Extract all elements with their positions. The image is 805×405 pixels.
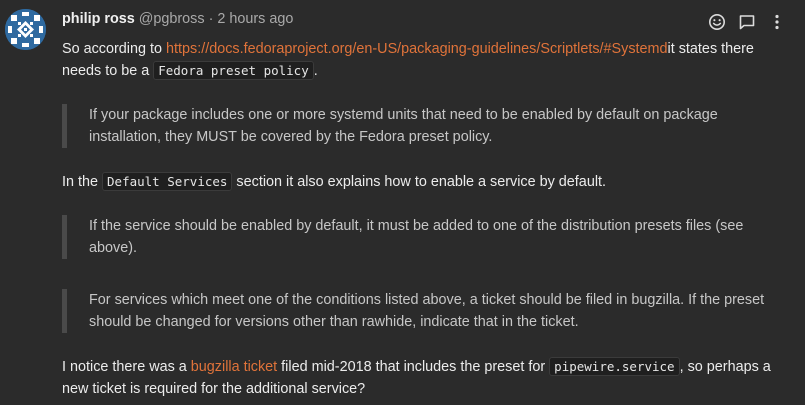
p2-text-before: In the bbox=[62, 174, 103, 190]
code-fedora-preset-policy: Fedora preset policy bbox=[153, 61, 314, 80]
more-options-button[interactable] bbox=[766, 11, 788, 33]
p1-text-end: . bbox=[313, 63, 318, 79]
header-separator: · bbox=[208, 11, 214, 27]
avatar-pattern-icon bbox=[5, 9, 46, 50]
post-header: philip ross @pgbross · 2 hours ago bbox=[62, 11, 293, 27]
vertical-dots-icon bbox=[775, 14, 779, 30]
blockquote-3: For services which meet one of the condi… bbox=[62, 289, 779, 333]
reply-button[interactable] bbox=[736, 11, 758, 33]
blockquote-2: If the service should be enabled by defa… bbox=[62, 215, 779, 259]
code-default-services: Default Services bbox=[102, 172, 233, 191]
post-time[interactable]: 2 hours ago bbox=[217, 11, 293, 27]
code-pipewire-service: pipewire.service bbox=[549, 357, 680, 376]
p1-text-before: So according to bbox=[62, 41, 166, 57]
p3-text-middle: filed mid-2018 that includes the preset … bbox=[277, 359, 550, 375]
paragraph-2: In the Default Services section it also … bbox=[62, 171, 792, 193]
paragraph-1: So according to https://docs.fedoraproje… bbox=[62, 38, 792, 82]
paragraph-3: I notice there was a bugzilla ticket fil… bbox=[62, 356, 792, 400]
bugzilla-ticket-link[interactable]: bugzilla ticket bbox=[191, 359, 277, 375]
docs-link[interactable]: https://docs.fedoraproject.org/en-US/pac… bbox=[166, 41, 668, 57]
comment-icon bbox=[739, 15, 755, 30]
p2-text-after: section it also explains how to enable a… bbox=[232, 174, 607, 190]
post-actions bbox=[706, 11, 788, 33]
avatar[interactable] bbox=[5, 9, 46, 50]
quote-2-text: If the service should be enabled by defa… bbox=[89, 218, 744, 256]
quote-1-text: If your package includes one or more sys… bbox=[89, 107, 718, 145]
react-button[interactable] bbox=[706, 11, 728, 33]
username[interactable]: philip ross bbox=[62, 11, 135, 27]
smiley-icon bbox=[709, 14, 725, 30]
user-handle[interactable]: @pgbross bbox=[139, 11, 205, 27]
quote-3-text: For services which meet one of the condi… bbox=[89, 292, 765, 330]
blockquote-1: If your package includes one or more sys… bbox=[62, 104, 779, 148]
p3-text-before: I notice there was a bbox=[62, 359, 191, 375]
